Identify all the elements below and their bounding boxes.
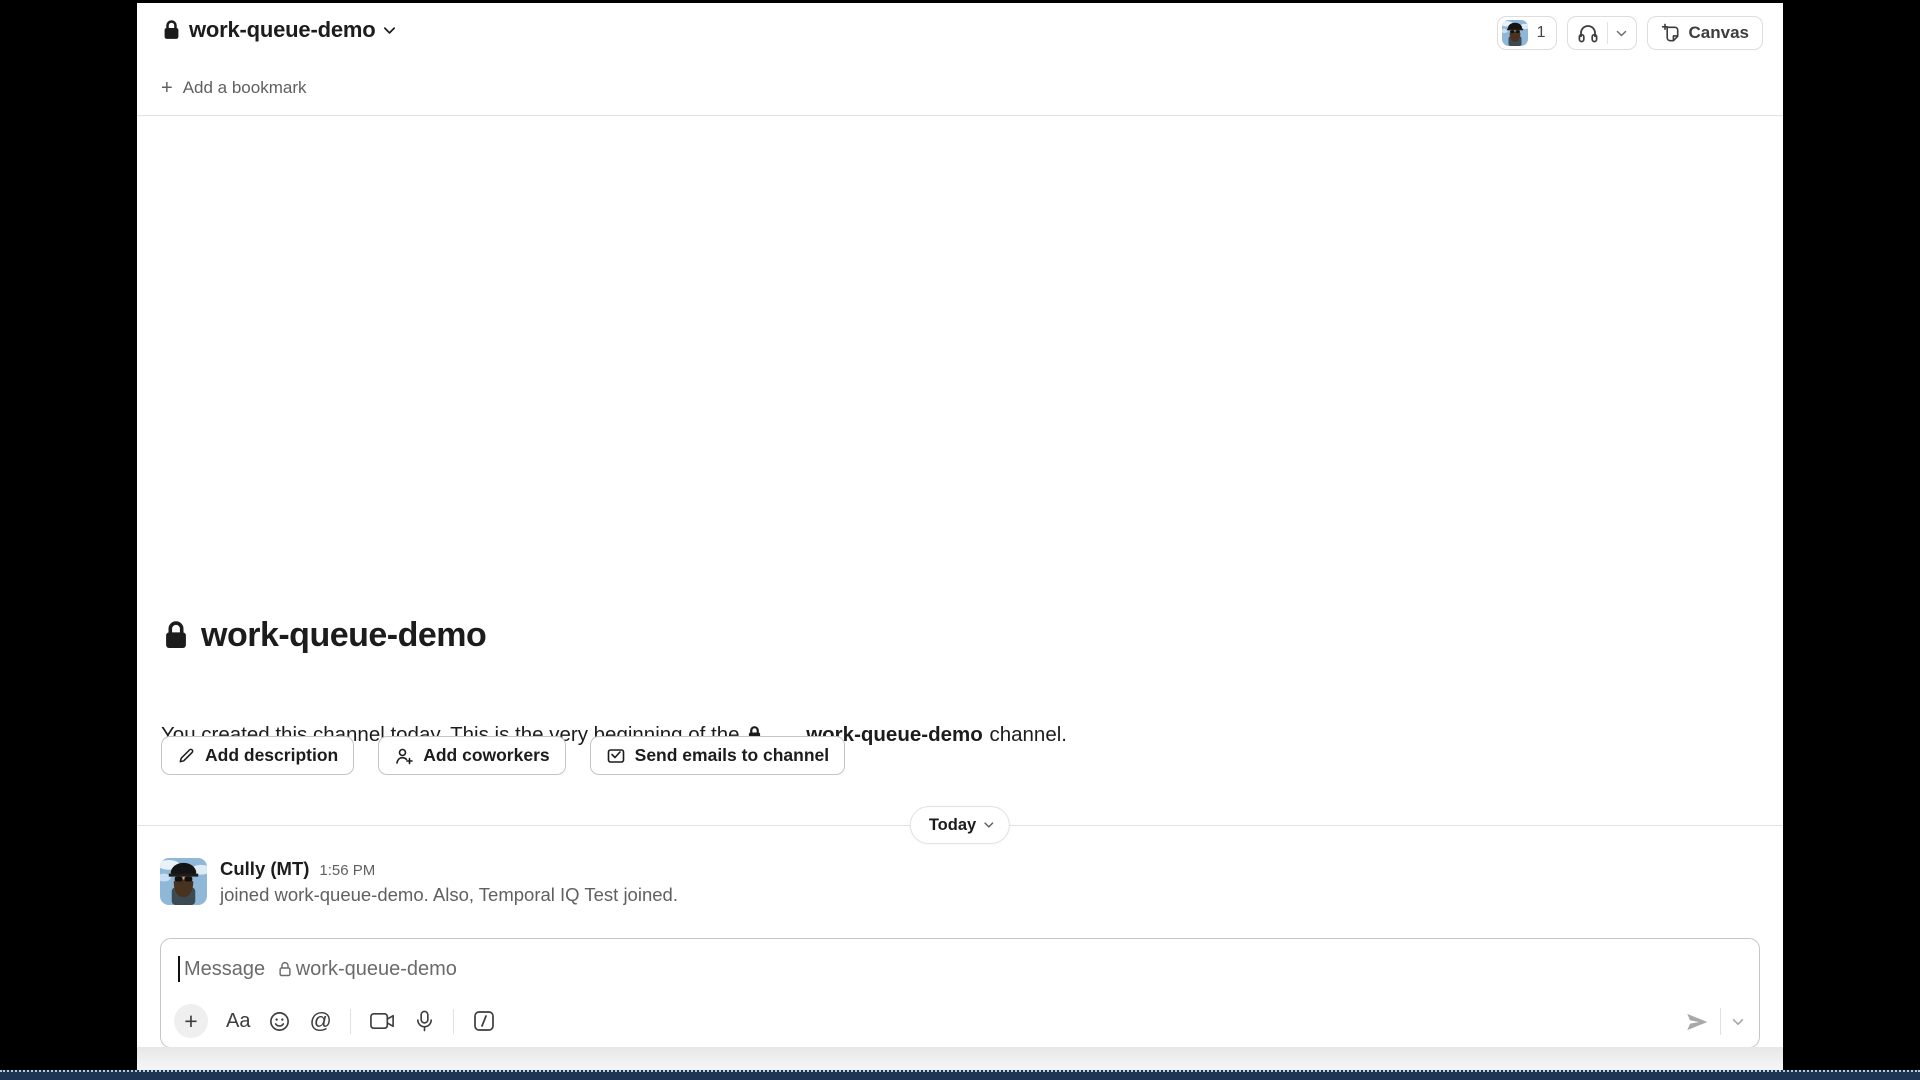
lock-icon-large xyxy=(161,619,191,653)
plus-icon: + xyxy=(161,78,173,98)
add-coworkers-button[interactable]: Add coworkers xyxy=(378,736,565,775)
message-timestamp[interactable]: 1:56 PM xyxy=(319,862,375,879)
send-options-chevron[interactable] xyxy=(1731,1015,1745,1029)
canvas-button[interactable]: Canvas xyxy=(1647,16,1763,50)
huddle-chevron-icon[interactable] xyxy=(1615,27,1628,40)
person-add-icon xyxy=(394,746,414,766)
plus-icon: + xyxy=(184,1008,197,1035)
message-text: joined work-queue-demo. Also, Temporal I… xyxy=(220,884,678,906)
composer-toolbar: + Aa @ xyxy=(174,1004,496,1038)
lock-outline-icon xyxy=(277,960,293,979)
member-count: 1 xyxy=(1537,24,1546,42)
attach-button[interactable]: + xyxy=(174,1004,208,1038)
mention-button[interactable]: @ xyxy=(309,1008,331,1034)
intro-desc-suffix: channel. xyxy=(984,723,1067,747)
channel-title: work-queue-demo xyxy=(189,17,375,43)
composer-placeholder-prefix: Message xyxy=(184,958,271,981)
message-author[interactable]: Cully (MT) xyxy=(220,858,309,880)
add-description-label: Add description xyxy=(205,745,338,766)
taskbar-edge xyxy=(0,1070,1920,1080)
send-emails-label: Send emails to channel xyxy=(635,745,830,766)
headphones-icon xyxy=(1576,21,1600,45)
member-avatar xyxy=(1502,20,1528,46)
channel-header: work-queue-demo 1 xyxy=(137,3,1783,61)
message-row: Cully (MT) 1:56 PM joined work-queue-dem… xyxy=(160,858,678,906)
video-clip-button[interactable] xyxy=(369,1010,396,1032)
message-head: Cully (MT) 1:56 PM xyxy=(220,858,678,880)
email-icon xyxy=(606,746,626,766)
add-coworkers-label: Add coworkers xyxy=(423,745,549,766)
send-button[interactable] xyxy=(1684,1010,1710,1034)
window-bottom-strip xyxy=(137,1047,1783,1070)
header-actions: 1 Canvas xyxy=(1497,16,1763,50)
formatting-button[interactable]: Aa xyxy=(226,1010,250,1033)
date-label: Today xyxy=(929,816,976,835)
send-controls xyxy=(1684,1008,1745,1035)
pencil-icon xyxy=(177,746,196,765)
canvas-label: Canvas xyxy=(1689,23,1749,43)
send-emails-button[interactable]: Send emails to channel xyxy=(590,736,846,775)
message-body: Cully (MT) 1:56 PM joined work-queue-dem… xyxy=(220,858,678,906)
channel-name-button[interactable]: work-queue-demo xyxy=(161,17,397,43)
message-input[interactable]: Message work-queue-demo xyxy=(178,956,457,982)
composer-placeholder-channel: work-queue-demo xyxy=(296,958,457,981)
add-description-button[interactable]: Add description xyxy=(161,736,354,775)
add-bookmark-label: Add a bookmark xyxy=(183,78,307,98)
emoji-button[interactable] xyxy=(268,1010,291,1033)
huddle-divider xyxy=(1607,22,1608,44)
intro-action-buttons: Add description Add coworkers Send email… xyxy=(161,736,845,775)
date-chevron-icon xyxy=(983,819,995,831)
message-avatar[interactable] xyxy=(160,858,207,905)
canvas-icon xyxy=(1661,23,1682,44)
screen: work-queue-demo 1 xyxy=(0,0,1920,1080)
lock-icon xyxy=(161,19,182,42)
message-composer[interactable]: Message work-queue-demo + Aa @ xyxy=(160,938,1760,1048)
toolbar-divider xyxy=(453,1009,454,1034)
add-bookmark-button[interactable]: + Add a bookmark xyxy=(161,75,306,101)
date-divider-button[interactable]: Today xyxy=(910,806,1010,844)
members-button[interactable]: 1 xyxy=(1497,16,1557,50)
audio-clip-button[interactable] xyxy=(414,1009,435,1033)
huddle-button[interactable] xyxy=(1567,16,1637,50)
shortcuts-button[interactable] xyxy=(472,1009,496,1033)
text-caret xyxy=(178,956,180,982)
send-divider xyxy=(1720,1008,1721,1035)
toolbar-divider xyxy=(350,1009,351,1034)
slack-channel-view: work-queue-demo 1 xyxy=(137,3,1783,1047)
chevron-down-icon xyxy=(382,23,397,38)
header-divider xyxy=(137,115,1783,116)
intro-channel-name: work-queue-demo xyxy=(201,616,486,655)
channel-intro-title: work-queue-demo xyxy=(161,616,486,655)
